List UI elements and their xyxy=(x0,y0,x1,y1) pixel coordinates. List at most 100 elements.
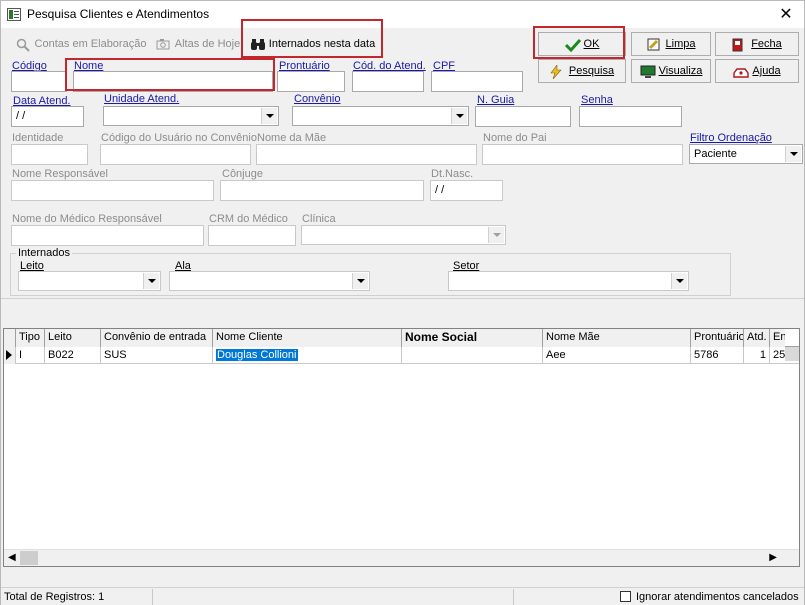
ajuda-button[interactable]: Ajuda xyxy=(715,59,799,83)
data-atend-input[interactable]: / / xyxy=(11,106,84,127)
altas-hoje-button[interactable]: Altas de Hoje xyxy=(153,32,243,56)
fecha-button[interactable]: Fecha xyxy=(715,32,799,56)
convenio-label: Convênio xyxy=(294,93,341,105)
chevron-down-icon[interactable] xyxy=(451,108,467,124)
chevron-down-icon[interactable] xyxy=(352,273,368,289)
col-header-atd[interactable]: Atd. xyxy=(744,329,770,347)
senha-input[interactable] xyxy=(579,106,682,127)
filtro-ordenacao-select[interactable]: Paciente xyxy=(689,144,803,164)
internados-group-label: Internados xyxy=(16,247,72,259)
title-bar: Pesquisa Clientes e Atendimentos ✕ xyxy=(1,1,804,28)
camera-icon xyxy=(156,38,170,51)
convenio-select[interactable] xyxy=(292,106,469,126)
leito-select[interactable] xyxy=(18,271,161,291)
app-icon xyxy=(7,8,21,21)
cell-nome-social[interactable] xyxy=(402,347,543,364)
nome-pai-label: Nome do Pai xyxy=(483,132,547,144)
ignorar-cancelados-checkbox[interactable]: Ignorar atendimentos cancelados xyxy=(620,591,799,603)
row-pointer-icon xyxy=(4,347,16,364)
col-header-nome-mae[interactable]: Nome Mãe xyxy=(543,329,691,347)
nome-responsavel-input[interactable] xyxy=(11,180,214,201)
nome-mae-input[interactable] xyxy=(256,144,477,165)
chevron-down-icon[interactable] xyxy=(488,227,504,243)
altas-hoje-label: Altas de Hoje xyxy=(174,38,241,50)
chevron-down-icon[interactable] xyxy=(143,273,159,289)
cell-prontuario[interactable]: 5786 xyxy=(691,347,744,364)
col-header-prontuario[interactable]: Prontuário xyxy=(691,329,744,347)
setor-select[interactable] xyxy=(448,271,689,291)
dt-nasc-label: Dt.Nasc. xyxy=(431,168,474,180)
nome-medico-input[interactable] xyxy=(11,225,204,246)
exit-icon xyxy=(732,38,746,51)
table-row[interactable]: I B022 SUS Douglas Collioni Aee 5786 1 2… xyxy=(4,347,799,364)
cell-leito[interactable]: B022 xyxy=(45,347,101,364)
binoculars-icon xyxy=(250,38,265,51)
nome-mae-label: Nome da Mãe xyxy=(257,132,327,144)
help-icon xyxy=(733,65,750,78)
senha-label: Senha xyxy=(581,94,613,106)
clinica-select[interactable] xyxy=(301,225,506,245)
monitor-icon xyxy=(640,65,656,78)
cell-nome-mae[interactable]: Aee xyxy=(543,347,691,364)
n-guia-label: N. Guia xyxy=(477,94,515,106)
filtro-ordenacao-label: Filtro Ordenação xyxy=(690,132,772,144)
chevron-down-icon[interactable] xyxy=(785,146,801,162)
visualiza-button[interactable]: Visualiza xyxy=(631,59,711,83)
col-header-nome-cliente[interactable]: Nome Cliente xyxy=(213,329,402,347)
cod-usuario-convenio-input[interactable] xyxy=(100,144,251,165)
col-header-en[interactable]: En xyxy=(770,329,785,347)
scroll-right-icon[interactable]: ▶ xyxy=(769,552,777,563)
internados-nesta-data-button[interactable]: Internados nesta data xyxy=(246,32,379,56)
prontuario-input[interactable] xyxy=(277,71,345,92)
ajuda-label: Ajuda xyxy=(752,65,781,77)
ok-label: OK xyxy=(583,38,600,50)
crm-medico-input[interactable] xyxy=(208,225,296,246)
codigo-input[interactable] xyxy=(11,71,67,92)
chevron-down-icon[interactable] xyxy=(671,273,687,289)
visualiza-label: Visualiza xyxy=(658,65,703,77)
n-guia-input[interactable] xyxy=(475,106,571,127)
pesquisa-label: Pesquisa xyxy=(568,65,615,77)
unidade-atend-select[interactable] xyxy=(103,106,279,126)
nome-input[interactable] xyxy=(73,71,273,92)
nome-medico-label: Nome do Médico Responsável xyxy=(12,213,162,225)
cell-convenio[interactable]: SUS xyxy=(101,347,213,364)
scroll-left-icon[interactable]: ◀ xyxy=(8,552,16,563)
checkbox-box[interactable] xyxy=(620,591,631,602)
cod-atend-input[interactable] xyxy=(352,71,424,92)
col-header-tipo[interactable]: Tipo xyxy=(16,329,45,347)
lightning-icon xyxy=(550,63,564,79)
identidade-label: Identidade xyxy=(12,132,64,144)
scroll-thumb[interactable] xyxy=(20,551,38,565)
cell-atd[interactable]: 1 xyxy=(744,347,770,364)
close-icon[interactable]: ✕ xyxy=(776,4,796,24)
results-grid[interactable]: Tipo Leito Convênio de entrada Nome Clie… xyxy=(3,328,800,567)
col-header-convenio[interactable]: Convênio de entrada xyxy=(101,329,213,347)
col-header-nome-social[interactable]: Nome Social xyxy=(402,329,543,347)
conjuge-input[interactable] xyxy=(220,180,424,201)
window-title: Pesquisa Clientes e Atendimentos xyxy=(27,7,210,21)
conjuge-label: Cônjuge xyxy=(222,168,263,180)
pesquisa-button[interactable]: Pesquisa xyxy=(538,59,626,83)
ala-select[interactable] xyxy=(169,271,370,291)
contas-elaboracao-label: Contas em Elaboração xyxy=(34,38,147,50)
cell-tipo[interactable]: I xyxy=(16,347,45,364)
nome-responsavel-label: Nome Responsável xyxy=(12,168,108,180)
cell-nome-cliente[interactable]: Douglas Collioni xyxy=(213,347,402,364)
status-panel-empty xyxy=(154,589,514,605)
unidade-atend-label: Unidade Atend. xyxy=(104,93,180,105)
horizontal-scrollbar[interactable]: ◀ ▶ xyxy=(4,549,799,566)
limpa-button[interactable]: Limpa xyxy=(631,32,711,56)
ok-button[interactable]: OK xyxy=(538,32,626,56)
cell-en[interactable]: 25 xyxy=(770,347,785,364)
dt-nasc-input[interactable]: / / xyxy=(430,180,503,201)
contas-elaboracao-button[interactable]: Contas em Elaboração xyxy=(13,32,149,56)
checkmark-icon xyxy=(564,38,581,52)
col-header-leito[interactable]: Leito xyxy=(45,329,101,347)
nome-pai-input[interactable] xyxy=(482,144,683,165)
chevron-down-icon[interactable] xyxy=(261,108,277,124)
vertical-scroll-thumb[interactable] xyxy=(785,347,799,361)
fecha-label: Fecha xyxy=(751,38,782,50)
identidade-input[interactable] xyxy=(11,144,88,165)
cpf-input[interactable] xyxy=(431,71,523,92)
